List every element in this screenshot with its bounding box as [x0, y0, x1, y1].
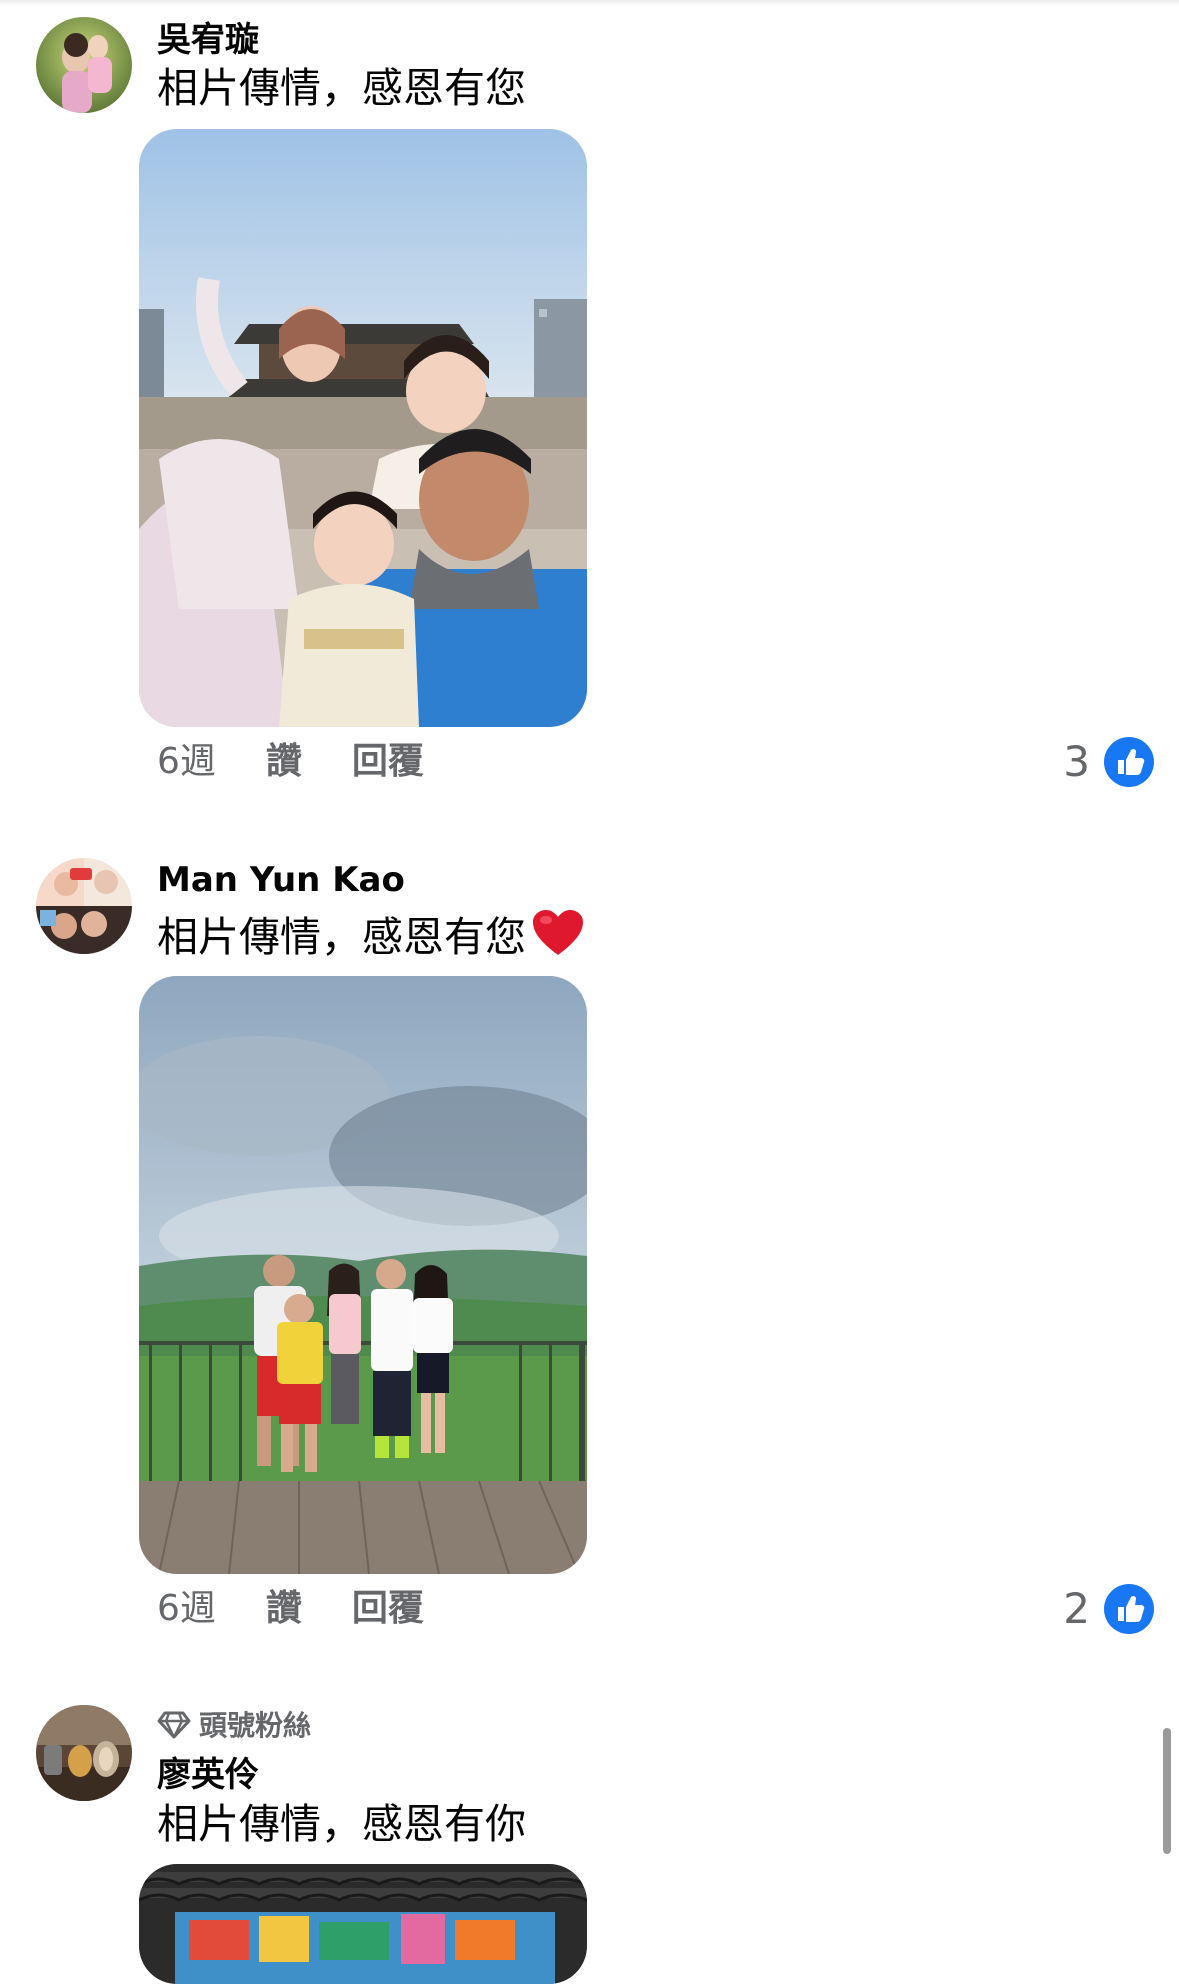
reaction-count: 3 — [1063, 737, 1090, 786]
comment-time: 6週 — [157, 1588, 216, 1629]
red-heart-icon — [533, 910, 583, 955]
badge-label: 頭號粉絲 — [199, 1709, 312, 1742]
reaction-summary[interactable]: 2 — [1063, 1584, 1154, 1634]
avatar[interactable] — [36, 858, 132, 954]
commenter-name[interactable]: 吳宥璇 — [157, 20, 259, 60]
comment-text-content: 相片傳情，感恩有您 — [157, 913, 526, 961]
comment-photo[interactable] — [139, 1864, 587, 1984]
comment-actions: 6週 讚 回覆 — [157, 1587, 424, 1631]
reaction-count: 2 — [1063, 1584, 1090, 1633]
avatar[interactable] — [36, 1705, 132, 1801]
commenter-name[interactable]: 廖英伶 — [157, 1755, 259, 1795]
comment-photo[interactable] — [139, 129, 587, 727]
diamond-icon — [157, 1711, 191, 1739]
comment-photo[interactable] — [139, 976, 587, 1574]
scrollbar[interactable] — [1163, 1728, 1171, 1854]
reply-button[interactable]: 回覆 — [352, 740, 424, 784]
top-edge — [0, 0, 1179, 6]
like-thumb-icon — [1104, 737, 1154, 787]
comment-actions: 6週 讚 回覆 — [157, 740, 424, 784]
reply-button[interactable]: 回覆 — [352, 1587, 424, 1631]
comment-text: 相片傳情，感恩有你 — [157, 1800, 526, 1848]
reaction-summary[interactable]: 3 — [1063, 737, 1154, 787]
commenter-name[interactable]: Man Yun Kao — [157, 860, 405, 900]
comment-text: 相片傳情，感恩有您 — [157, 909, 584, 962]
top-fan-badge: 頭號粉絲 — [157, 1709, 311, 1743]
like-button[interactable]: 讚 — [266, 740, 302, 784]
like-thumb-icon — [1104, 1584, 1154, 1634]
comment-text: 相片傳情，感恩有您 — [157, 64, 526, 112]
comment-time: 6週 — [157, 741, 216, 782]
avatar[interactable] — [36, 17, 132, 113]
like-button[interactable]: 讚 — [266, 1587, 302, 1631]
